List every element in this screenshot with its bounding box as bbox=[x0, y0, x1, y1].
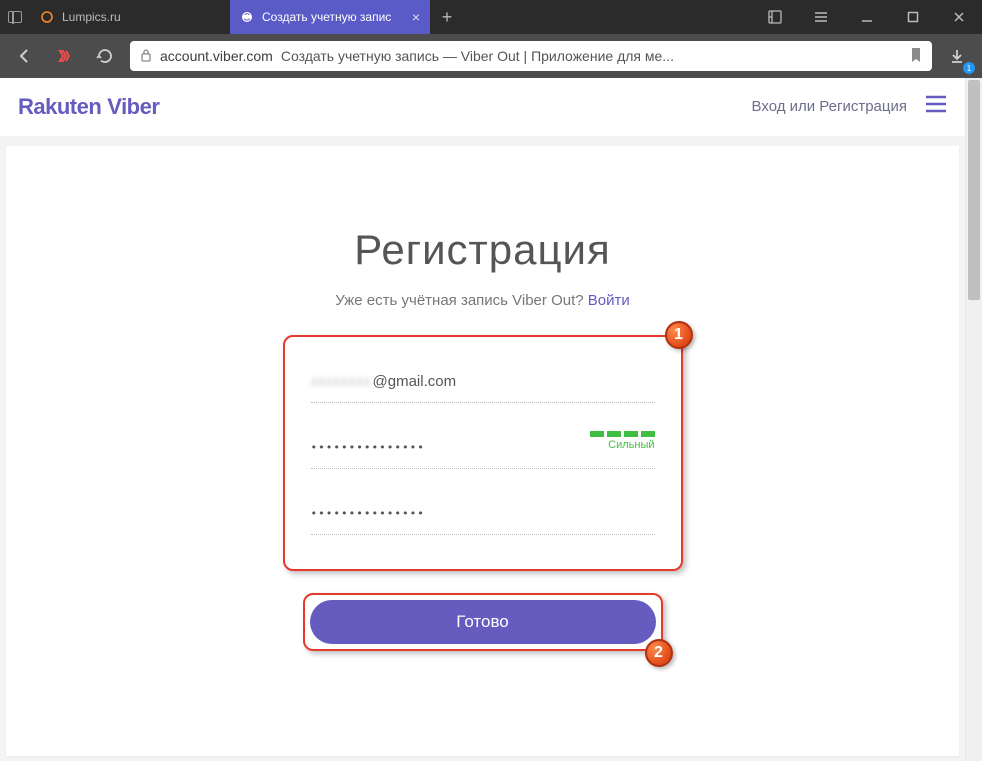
tab-title: Создать учетную запис bbox=[262, 10, 404, 24]
page-body: Регистрация Уже есть учётная запись Vibe… bbox=[0, 136, 965, 761]
reload-button[interactable] bbox=[90, 41, 120, 71]
url-title: Создать учетную запись — Viber Out | При… bbox=[281, 48, 674, 64]
close-tab-icon[interactable]: × bbox=[412, 9, 420, 25]
scrollbar-thumb[interactable] bbox=[968, 80, 980, 300]
sub-text: Уже есть учётная запись Viber Out? bbox=[335, 292, 588, 309]
strength-label: Сильный bbox=[590, 439, 655, 451]
logo-viber: Viber bbox=[107, 94, 159, 120]
sub-heading: Уже есть учётная запись Viber Out? Войти bbox=[6, 292, 959, 309]
site-header: Rakuten Viber Вход или Регистрация bbox=[0, 78, 965, 136]
menu-icon[interactable] bbox=[925, 95, 947, 118]
callout-marker-2: 2 bbox=[645, 639, 673, 667]
browser-tab-inactive[interactable]: Lumpics.ru bbox=[30, 0, 230, 34]
window-titlebar: Lumpics.ru Создать учетную запис × + bbox=[0, 0, 982, 34]
browser-toolbar: account.viber.com Создать учетную запись… bbox=[0, 34, 982, 78]
email-field[interactable]: xxxxxxxx@gmail.com bbox=[311, 361, 655, 403]
signin-link[interactable]: Войти bbox=[588, 292, 630, 309]
favicon-icon bbox=[240, 10, 254, 24]
favicon-icon bbox=[40, 10, 54, 24]
reader-mode-button[interactable] bbox=[752, 0, 798, 34]
lock-icon bbox=[140, 48, 152, 65]
rakuten-viber-logo[interactable]: Rakuten Viber bbox=[18, 94, 159, 120]
vertical-scrollbar[interactable] bbox=[965, 78, 982, 761]
annotation-box-2: Готово bbox=[303, 593, 663, 651]
url-domain: account.viber.com bbox=[160, 48, 273, 64]
address-bar[interactable]: account.viber.com Создать учетную запись… bbox=[130, 41, 932, 71]
download-badge: 1 bbox=[963, 62, 975, 74]
new-tab-button[interactable]: + bbox=[430, 0, 464, 34]
email-blurred-prefix: xxxxxxxx bbox=[311, 373, 371, 390]
password-field[interactable]: ••••••••••••••• Сильный bbox=[311, 427, 655, 469]
page-title: Регистрация bbox=[6, 226, 959, 274]
password-strength-indicator: Сильный bbox=[590, 431, 655, 451]
email-suffix: @gmail.com bbox=[373, 373, 457, 390]
submit-button[interactable]: Готово bbox=[310, 600, 656, 644]
logo-rakuten: Rakuten bbox=[18, 94, 101, 120]
password-confirm-value: ••••••••••••••• bbox=[311, 507, 425, 520]
browser-tab-active[interactable]: Создать учетную запис × bbox=[230, 0, 430, 34]
downloads-button[interactable]: 1 bbox=[942, 41, 972, 71]
login-register-link[interactable]: Вход или Регистрация bbox=[752, 98, 907, 115]
menu-button[interactable] bbox=[798, 0, 844, 34]
browser-viewport: Rakuten Viber Вход или Регистрация Регис… bbox=[0, 78, 982, 761]
panel-icon bbox=[8, 11, 22, 23]
close-window-button[interactable] bbox=[936, 0, 982, 34]
home-button[interactable] bbox=[50, 41, 80, 71]
back-button[interactable] bbox=[10, 41, 40, 71]
password-value: ••••••••••••••• bbox=[311, 441, 425, 454]
callout-marker-1: 1 bbox=[665, 321, 693, 349]
bookmark-icon[interactable] bbox=[910, 47, 922, 66]
minimize-button[interactable] bbox=[844, 0, 890, 34]
annotation-box-1: xxxxxxxx@gmail.com ••••••••••••••• Сильн… bbox=[283, 335, 683, 571]
password-confirm-field[interactable]: ••••••••••••••• bbox=[311, 493, 655, 535]
sidebar-toggle-button[interactable] bbox=[0, 0, 30, 34]
tab-title: Lumpics.ru bbox=[62, 10, 220, 24]
maximize-button[interactable] bbox=[890, 0, 936, 34]
